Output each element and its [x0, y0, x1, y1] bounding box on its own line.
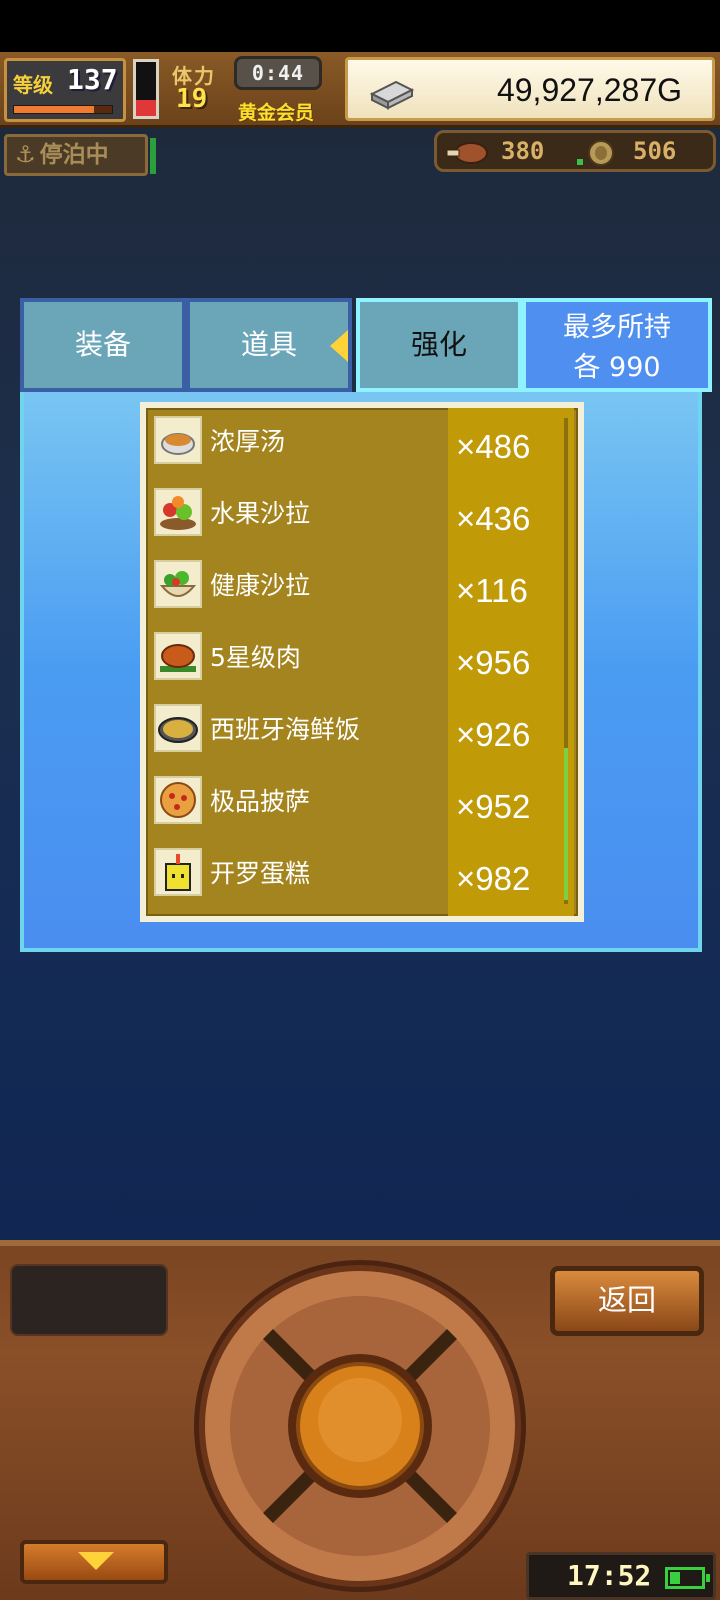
level-value: 137	[67, 63, 118, 96]
hud-bar: 等级 137 体力 19 0:44 黄金会员 49,927,287G	[0, 52, 720, 128]
item-quantity: ×486	[456, 428, 531, 465]
list-item[interactable]: 开罗蛋糕 ×982	[146, 844, 566, 916]
console-screen	[10, 1264, 168, 1336]
max-hold-info: 最多所持 各 990	[522, 298, 712, 392]
tab-enhance[interactable]: 强化	[356, 298, 522, 392]
stamina-value: 19	[176, 84, 208, 114]
tab-equipment[interactable]: 装备	[20, 298, 186, 392]
level-box: 等级 137	[4, 58, 126, 122]
item-quantity: ×116	[456, 572, 528, 609]
item-name: 5星级肉	[210, 643, 301, 672]
level-label: 等级	[13, 73, 53, 97]
list-item[interactable]: 浓厚汤 ×486	[146, 412, 566, 484]
anchor-icon: ⚓	[15, 142, 36, 168]
battery-fill	[670, 1572, 680, 1584]
silver-bar-icon	[369, 80, 415, 110]
member-badge: 黄金会员	[238, 102, 315, 124]
gold-display: 49,927,287G	[345, 57, 715, 121]
dock-status-label: 停泊中	[39, 142, 109, 168]
item-quantity: ×956	[456, 644, 531, 681]
gold-value: 49,927,287G	[496, 72, 682, 108]
medal-icon	[588, 140, 614, 166]
item-name: 开罗蛋糕	[210, 859, 311, 888]
dock-indicator	[150, 138, 156, 174]
item-name: 水果沙拉	[210, 499, 311, 528]
chevron-down-icon	[78, 1552, 114, 1570]
list-item[interactable]: 5星级肉 ×956	[146, 628, 566, 700]
meat-resource-icon	[446, 142, 488, 164]
menu-down-button[interactable]	[20, 1540, 168, 1584]
item-quantity: ×952	[456, 788, 531, 825]
item-name: 浓厚汤	[210, 427, 286, 456]
fruit-salad-icon	[154, 488, 202, 536]
pizza-icon	[154, 776, 202, 824]
item-quantity: ×982	[456, 860, 531, 897]
resource-box: 380 506	[434, 130, 716, 172]
tab-items[interactable]: 道具	[186, 298, 352, 392]
stamina-timer: 0:44	[234, 56, 322, 90]
max-hold-line1: 最多所持	[563, 312, 671, 343]
bottom-console: 返回 17:52	[0, 1240, 720, 1600]
stamina-bar	[133, 59, 159, 119]
list-item[interactable]: 健康沙拉 ×116	[146, 556, 566, 628]
clock-display: 17:52	[526, 1552, 716, 1600]
exp-bar-fill	[14, 106, 95, 113]
item-name: 健康沙拉	[210, 571, 311, 600]
item-quantity: ×436	[456, 500, 531, 537]
paella-icon	[154, 704, 202, 752]
item-quantity: ×926	[456, 716, 531, 753]
exp-bar	[13, 105, 113, 114]
battery-icon	[665, 1567, 710, 1589]
item-list[interactable]: 浓厚汤 ×486 水果沙拉 ×436 健康沙拉 ×116 5星级肉 ×956 西…	[140, 402, 584, 922]
list-item[interactable]: 水果沙拉 ×436	[146, 484, 566, 556]
dpad-control[interactable]	[190, 1256, 530, 1596]
list-item[interactable]: 西班牙海鲜饭 ×926	[146, 700, 566, 772]
clock-time: 17:52	[567, 1559, 652, 1592]
list-item[interactable]: 极品披萨 ×952	[146, 772, 566, 844]
healthy-salad-icon	[154, 560, 202, 608]
dock-status-badge: ⚓ 停泊中	[4, 134, 148, 176]
soup-icon	[154, 416, 202, 464]
resource-dot	[577, 159, 583, 165]
food-count: 380	[501, 137, 545, 165]
cake-icon	[154, 848, 202, 896]
medal-count: 506	[633, 137, 677, 165]
meat-icon	[154, 632, 202, 680]
tab-prev-arrow-icon[interactable]	[330, 330, 348, 362]
back-button[interactable]: 返回	[550, 1266, 704, 1336]
max-hold-line2: 各 990	[573, 352, 661, 383]
top-black-bar	[0, 0, 720, 52]
item-name: 西班牙海鲜饭	[210, 715, 361, 744]
item-name: 极品披萨	[210, 787, 311, 816]
stamina-bar-fill	[136, 99, 156, 116]
